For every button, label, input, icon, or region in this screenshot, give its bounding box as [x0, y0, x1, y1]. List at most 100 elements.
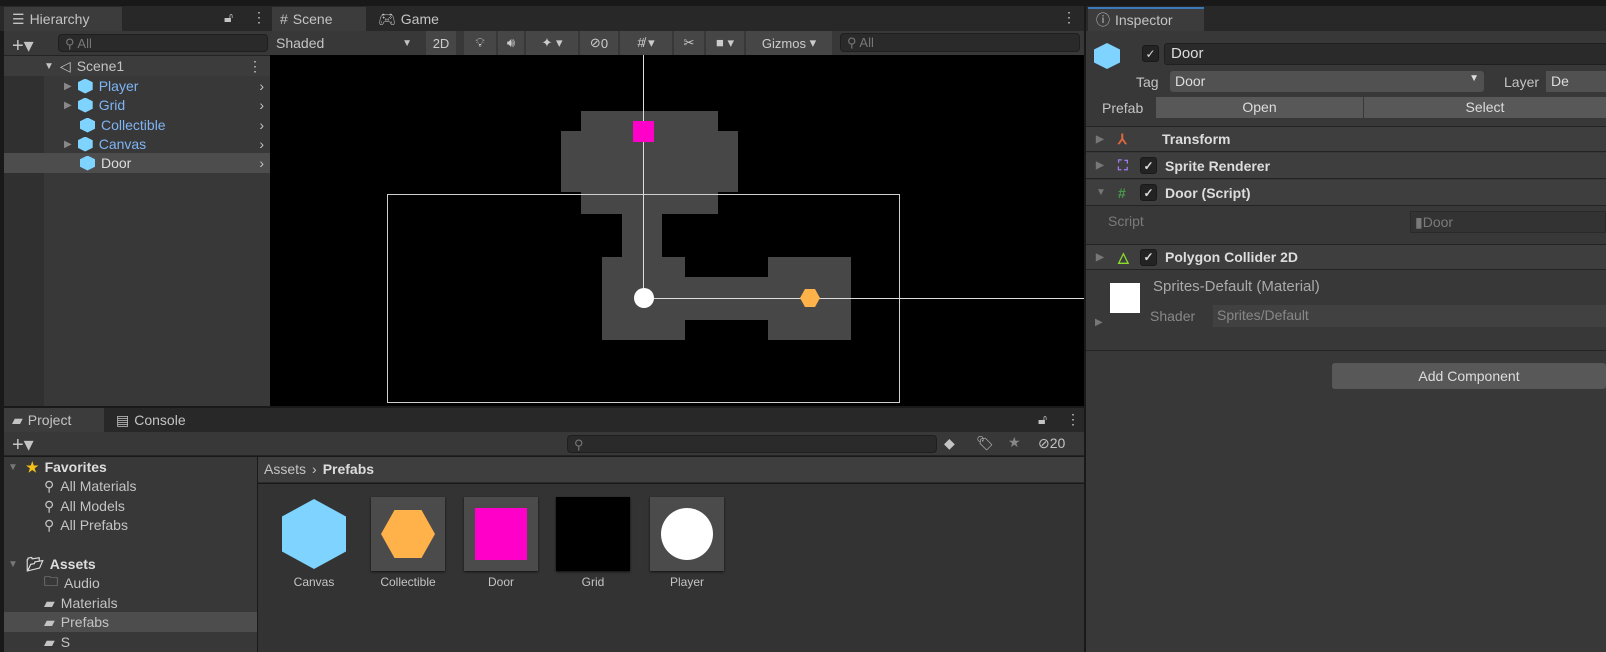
folder-item[interactable]: ▰ Materials — [44, 593, 118, 613]
search-icon: ⚲ — [44, 497, 55, 514]
hierarchy-item[interactable]: ▶ Canvas › — [64, 134, 270, 154]
project-toolbar: +▾ ⚲ ◆ 🏷︎ ★ ⊘20 — [4, 432, 1084, 456]
add-component-button[interactable]: Add Component — [1332, 363, 1606, 389]
tab-inspector[interactable]: ⓘ Inspector — [1088, 7, 1204, 31]
inspector-tabbar: ⓘ Inspector — [1086, 6, 1606, 31]
lock-icon[interactable]: 🔓︎ — [224, 9, 233, 26]
gamepad-icon: 🎮︎ — [378, 10, 396, 27]
console-icon: ▤ — [116, 411, 130, 428]
inspector-panel: ✓ Door Tag Door ▼ Layer De Prefab Open Se… — [1086, 31, 1606, 652]
hierarchy-item-selected[interactable]: Door › — [4, 153, 270, 173]
hidden-packages-toggle[interactable]: ⊘20 — [1038, 435, 1065, 452]
breadcrumb: Assets › Prefabs — [258, 457, 1084, 483]
axis-line-x — [644, 298, 1084, 299]
component-sprite-renderer[interactable]: ▶ ⛶ ✓ Sprite Renderer — [1086, 153, 1606, 179]
layer-label: Layer — [1504, 74, 1540, 90]
prefab-select-button[interactable]: Select — [1364, 97, 1606, 118]
add-button[interactable]: +▾ — [12, 432, 34, 457]
component-checkbox[interactable]: ✓ — [1140, 157, 1157, 174]
grid-thumbnail — [556, 497, 630, 571]
effects-dropdown[interactable]: ✦ ▾ — [526, 31, 578, 55]
2d-toggle[interactable]: 2D — [426, 31, 456, 55]
project-search[interactable]: ⚲ — [567, 435, 937, 453]
asset-door[interactable]: Door — [463, 497, 539, 589]
folder-item[interactable]: 🗀 Audio — [44, 573, 100, 593]
scene-tabbar: # Scene 🎮︎ Game ⋮ — [270, 6, 1084, 31]
prefab-cube-icon — [1094, 43, 1120, 69]
hierarchy-tabbar: ☰ Hierarchy 🔓︎ ⋮ — [0, 6, 270, 31]
folder-item[interactable]: ▰ S — [44, 632, 70, 652]
hierarchy-search[interactable]: ⚲ All — [58, 34, 268, 52]
active-checkbox[interactable]: ✓ — [1142, 45, 1159, 62]
scene-row[interactable]: ▼ ◁ Scene1 ⋮ — [4, 56, 270, 76]
favorite-item[interactable]: ⚲ All Materials — [44, 476, 137, 496]
layer-dropdown[interactable]: De — [1546, 71, 1606, 92]
more-icon[interactable]: ⋮ — [1062, 9, 1076, 26]
tab-project[interactable]: ▰ Project — [4, 408, 104, 432]
component-checkbox[interactable]: ✓ — [1140, 248, 1157, 266]
player-sprite[interactable] — [634, 288, 654, 308]
star-icon: ★ — [26, 458, 39, 475]
search-icon: ⚲ — [44, 477, 55, 494]
component-transform[interactable]: ▶ ⅄ Transform — [1086, 126, 1606, 152]
filter-type-icon[interactable]: ◆ — [944, 435, 955, 452]
component-polygon-collider[interactable]: ▶ △ ✓ Polygon Collider 2D — [1086, 244, 1606, 270]
scene-search[interactable]: ⚲ All — [840, 33, 1080, 52]
asset-grid-prefab[interactable]: Grid — [555, 497, 631, 589]
lock-icon[interactable]: 🔓︎ — [1038, 411, 1047, 428]
audio-toggle[interactable]: 🔊︎ — [498, 31, 524, 55]
tab-hierarchy[interactable]: ☰ Hierarchy — [4, 7, 122, 31]
favorite-item[interactable]: ⚲ All Prefabs — [44, 515, 128, 535]
hierarchy-item[interactable]: ▶ Player › — [64, 76, 270, 96]
hierarchy-item[interactable]: Collectible › — [64, 115, 270, 135]
asset-collectible[interactable]: Collectible — [370, 497, 446, 589]
tab-scene[interactable]: # Scene — [272, 7, 366, 31]
asset-player[interactable]: Player — [649, 497, 725, 589]
favorite-item[interactable]: ⚲ All Models — [44, 496, 125, 516]
door-sprite[interactable] — [633, 121, 654, 142]
tab-console[interactable]: ▤ Console — [108, 408, 194, 432]
hierarchy-item[interactable]: ▶ Grid › — [64, 95, 270, 115]
tab-game[interactable]: 🎮︎ Game — [370, 7, 447, 31]
more-icon[interactable]: ⋮ — [252, 9, 266, 26]
favorite-star-icon[interactable]: ★ — [1008, 434, 1021, 451]
asset-canvas[interactable]: Canvas — [276, 497, 352, 589]
material-name: Sprites-Default (Material) — [1153, 278, 1320, 295]
unity-icon: ◁ — [59, 57, 71, 74]
search-icon: ⚲ — [44, 516, 55, 533]
project-tree: ▼ ★ Favorites ⚲ All Materials ⚲ All Models ⚲… — [4, 457, 257, 652]
visibility-toggle[interactable]: ⊘ 0 — [580, 31, 618, 55]
script-field[interactable]: ▮Door — [1410, 211, 1606, 233]
material-preview — [1110, 283, 1140, 313]
prefab-cube-icon — [80, 117, 95, 133]
scene-viewport[interactable] — [270, 55, 1084, 406]
hierarchy-panel: +▾ ⚲ All ▼ ◁ Scene1 ⋮ ▶ Player › ▶ Grid › Colle… — [4, 31, 270, 406]
axis-line-y — [643, 55, 644, 298]
folder-item-selected[interactable]: ▰ Prefabs — [4, 612, 257, 632]
prefab-cube-icon — [282, 499, 346, 569]
tag-dropdown[interactable]: Door ▼ — [1170, 71, 1484, 92]
lighting-toggle[interactable]: 💡︎ — [464, 31, 496, 55]
open-folder-icon: 📂︎ — [26, 555, 44, 572]
more-icon[interactable]: ⋮ — [1066, 411, 1080, 428]
hidden-eye-icon: ⊘ — [589, 35, 601, 50]
grid-snap-dropdown[interactable]: #̸ ▾ — [620, 31, 672, 55]
gizmos-dropdown[interactable]: Gizmos ▾ — [746, 31, 832, 55]
collider-icon: △ — [1118, 248, 1129, 265]
camera-dropdown[interactable]: ■ ▾ — [706, 31, 744, 55]
breadcrumb-prefabs[interactable]: Prefabs — [323, 461, 374, 478]
prefab-open-button[interactable]: Open — [1156, 97, 1363, 118]
shader-dropdown[interactable]: Sprites/Default — [1213, 305, 1606, 327]
object-name-field[interactable]: Door — [1164, 43, 1606, 65]
prefab-cube-icon — [77, 78, 93, 94]
tools-toggle[interactable]: ✂ — [674, 31, 704, 55]
component-door-script[interactable]: ▼ # ✓ Door (Script) — [1086, 180, 1606, 206]
component-checkbox[interactable]: ✓ — [1140, 184, 1157, 201]
grid-icon: # — [280, 11, 288, 27]
info-icon: ⓘ — [1096, 12, 1110, 28]
favorites-node[interactable]: ▼ ★ Favorites — [8, 457, 107, 477]
shading-dropdown[interactable]: Shaded ▼ — [270, 31, 418, 55]
breadcrumb-assets[interactable]: Assets — [264, 461, 306, 478]
material-expand[interactable]: ▶ — [1095, 317, 1107, 328]
filter-label-icon[interactable]: 🏷︎ — [976, 435, 994, 452]
